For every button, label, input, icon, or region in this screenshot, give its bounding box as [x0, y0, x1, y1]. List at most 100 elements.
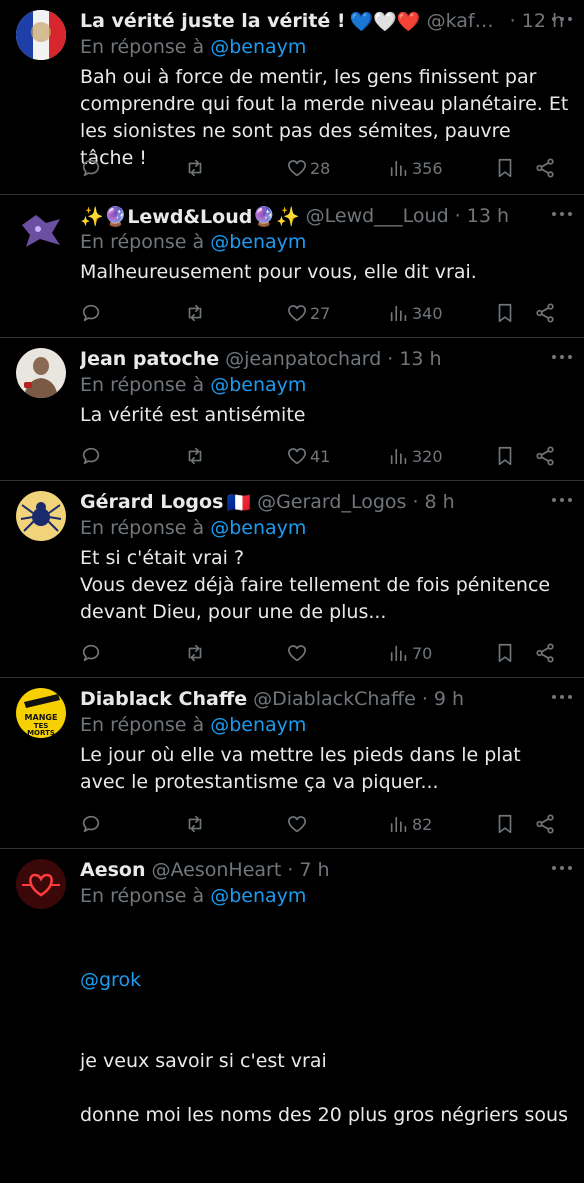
more-options-icon[interactable]	[552, 352, 572, 362]
reply-to-link[interactable]: @benaym	[210, 374, 306, 396]
french-flag-avatar[interactable]	[16, 10, 66, 60]
reply-button[interactable]	[80, 812, 102, 836]
more-options-icon[interactable]	[552, 863, 572, 873]
heart-icon	[287, 645, 307, 662]
views-button[interactable]: 320	[388, 444, 443, 468]
display-name[interactable]: ✨🔮Lewd&Loud🔮✨	[80, 205, 300, 228]
repost-icon	[188, 644, 202, 662]
timestamp[interactable]: · 13 h	[455, 205, 509, 227]
bookmark-button[interactable]	[494, 156, 516, 180]
repost-button[interactable]	[184, 812, 206, 836]
spider-avatar[interactable]	[16, 491, 66, 541]
reply-prefix: En réponse à	[80, 714, 205, 736]
fighter-avatar[interactable]	[16, 348, 66, 398]
more-options-icon[interactable]	[552, 495, 572, 505]
timestamp[interactable]: · 8 h	[412, 491, 454, 513]
user-handle[interactable]: @Lewd___Loud	[306, 205, 449, 227]
repost-button[interactable]	[184, 444, 206, 468]
timestamp[interactable]: · 13 h	[387, 348, 441, 370]
share-button[interactable]	[534, 444, 556, 468]
tweet-header: Gérard Logos 🇫🇷 @Gerard_Logos · 8 h	[80, 489, 564, 515]
views-icon	[390, 448, 407, 465]
like-button[interactable]: 41	[286, 444, 330, 468]
heart-icon	[287, 816, 307, 833]
mange-tes-morts-avatar[interactable]: MANGE TES MORTS	[16, 688, 66, 738]
reply-context: En réponse à @benaym	[80, 885, 306, 907]
user-handle[interactable]: @jeanpatochard	[225, 348, 381, 370]
bookmark-button[interactable]	[494, 444, 516, 468]
more-options-icon[interactable]	[552, 692, 572, 702]
view-count: 70	[412, 643, 433, 663]
user-handle[interactable]: @DiablackChaffe	[253, 688, 416, 710]
tweet[interactable]: Aeson @AesonHeart · 7 h En réponse à @be…	[0, 849, 584, 1126]
user-handle[interactable]: @AesonHeart	[151, 859, 281, 881]
reply-button[interactable]	[80, 444, 102, 468]
reply-button[interactable]	[80, 641, 102, 665]
view-count: 82	[412, 814, 433, 834]
like-button[interactable]: 27	[286, 301, 330, 325]
views-button[interactable]: 356	[388, 156, 443, 180]
mention-link[interactable]: @grok	[80, 967, 570, 994]
share-button[interactable]	[534, 812, 556, 836]
bookmark-icon	[498, 643, 512, 663]
views-button[interactable]: 340	[388, 301, 443, 325]
more-options-icon[interactable]	[552, 209, 572, 219]
repost-icon	[188, 447, 202, 465]
bookmark-icon	[498, 158, 512, 178]
tweet[interactable]: ✨🔮Lewd&Loud🔮✨ @Lewd___Loud · 13 h En rép…	[0, 195, 584, 338]
views-icon	[390, 645, 407, 662]
user-handle[interactable]: @Gerard_Logos	[257, 491, 406, 513]
reply-icon	[82, 304, 100, 322]
display-name[interactable]: Aeson	[80, 859, 145, 881]
more-options-icon[interactable]	[552, 14, 572, 24]
action-bar: 41 320	[80, 444, 570, 468]
display-name[interactable]: Gérard Logos	[80, 491, 223, 513]
purple-creature-avatar[interactable]	[16, 205, 66, 255]
views-button[interactable]: 70	[388, 641, 432, 665]
action-bar: 70	[80, 641, 570, 665]
svg-text:MANGE: MANGE	[25, 713, 58, 722]
repost-button[interactable]	[184, 301, 206, 325]
share-icon	[536, 303, 554, 323]
timestamp[interactable]: · 7 h	[287, 859, 329, 881]
name-emoji: 💙🤍❤️	[349, 10, 421, 33]
like-button[interactable]	[286, 641, 310, 665]
repost-button[interactable]	[184, 156, 206, 180]
reply-to-link[interactable]: @benaym	[210, 885, 306, 907]
bookmark-button[interactable]	[494, 641, 516, 665]
share-button[interactable]	[534, 641, 556, 665]
tweet[interactable]: Gérard Logos 🇫🇷 @Gerard_Logos · 8 h En r…	[0, 481, 584, 678]
views-button[interactable]: 82	[388, 812, 432, 836]
reply-context: En réponse à @benaym	[80, 714, 306, 736]
reply-to-link[interactable]: @benaym	[210, 36, 306, 58]
repost-button[interactable]	[184, 641, 206, 665]
share-icon	[536, 446, 554, 466]
share-button[interactable]	[534, 301, 556, 325]
action-bar: 28 356	[80, 156, 570, 180]
reply-to-link[interactable]: @benaym	[210, 517, 306, 539]
display-name[interactable]: Diablack Chaffe	[80, 688, 247, 710]
share-button[interactable]	[534, 156, 556, 180]
display-name[interactable]: La vérité juste la vérité !	[80, 10, 346, 32]
tweet[interactable]: Jean patoche @jeanpatochard · 13 h En ré…	[0, 338, 584, 481]
neon-heart-avatar[interactable]	[16, 859, 66, 909]
reply-to-link[interactable]: @benaym	[210, 714, 306, 736]
display-name[interactable]: Jean patoche	[80, 348, 219, 370]
timestamp[interactable]: · 9 h	[422, 688, 464, 710]
bookmark-button[interactable]	[494, 301, 516, 325]
reply-to-link[interactable]: @benaym	[210, 231, 306, 253]
bookmark-button[interactable]	[494, 812, 516, 836]
reply-button[interactable]	[80, 156, 102, 180]
reply-context: En réponse à @benaym	[80, 36, 306, 58]
like-button[interactable]	[286, 812, 310, 836]
user-handle[interactable]: @kafka...	[427, 10, 504, 32]
reply-button[interactable]	[80, 301, 102, 325]
heart-icon	[287, 448, 307, 465]
tweet-header: Aeson @AesonHeart · 7 h	[80, 857, 564, 883]
tweet[interactable]: La vérité juste la vérité ! 💙🤍❤️ @kafka.…	[0, 0, 584, 195]
tweet-text: Et si c'était vrai ? Vous devez déjà fai…	[80, 547, 551, 623]
tweet[interactable]: MANGE TES MORTS Diablack Chaffe @Diablac…	[0, 678, 584, 849]
bookmark-icon	[498, 814, 512, 834]
reply-context: En réponse à @benaym	[80, 517, 306, 539]
like-button[interactable]: 28	[286, 156, 330, 180]
